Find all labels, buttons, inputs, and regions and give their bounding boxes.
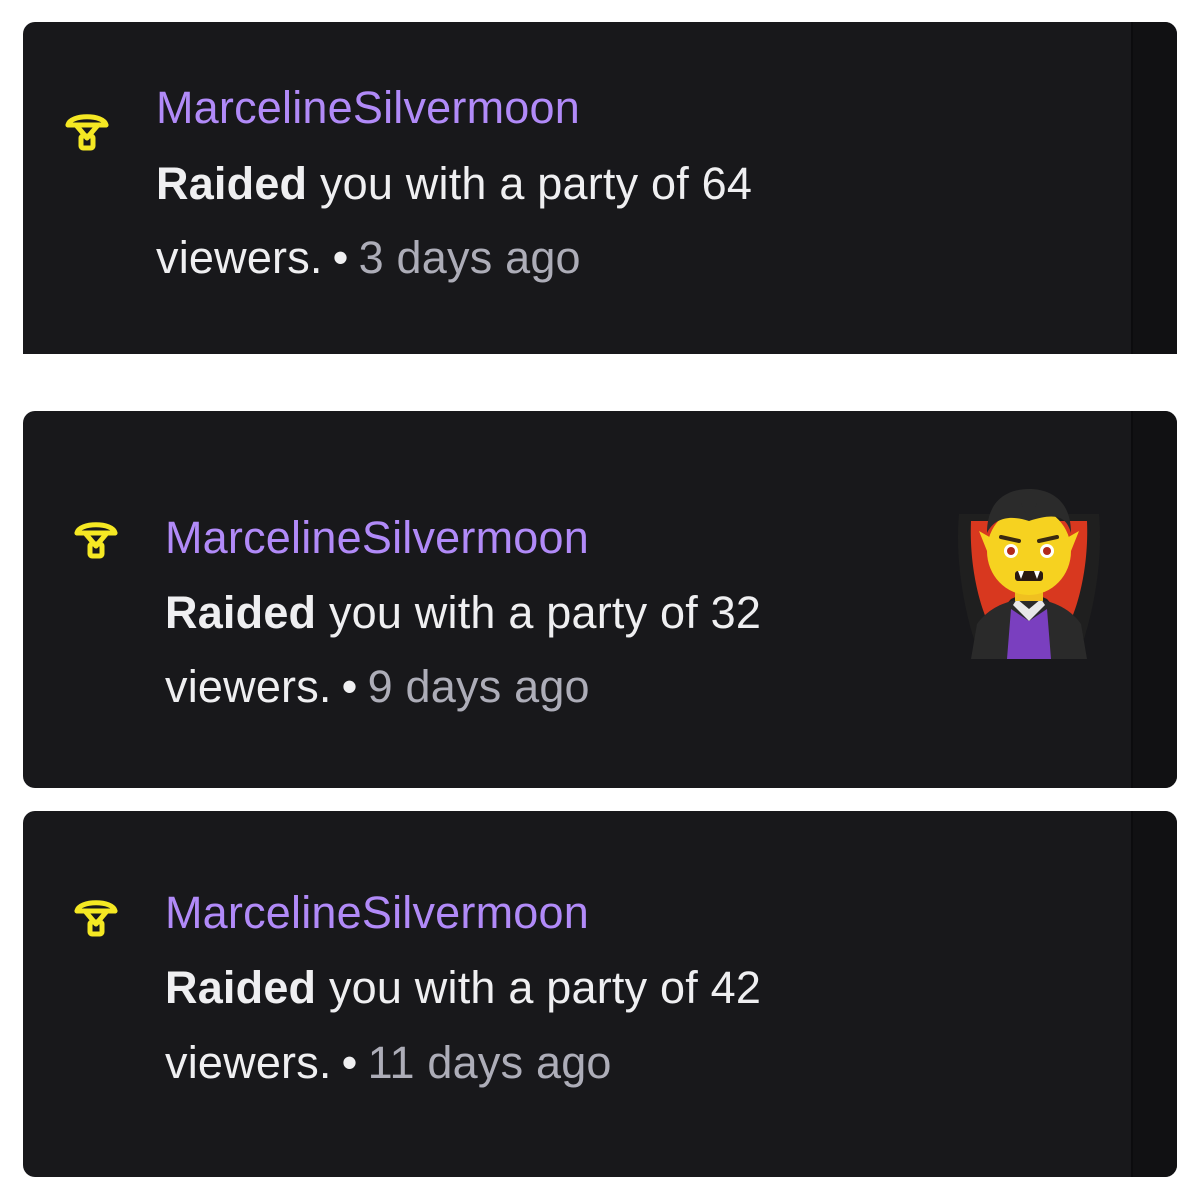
raid-message-line2: viewers. • 11 days ago [165,1037,612,1089]
scrollbar-rail[interactable] [1131,811,1177,1177]
viewers-text: viewers. [156,232,323,283]
raid-message-line2: viewers. • 3 days ago [156,232,581,284]
timestamp: 9 days ago [367,661,590,712]
raid-message: Raided you with a party of 42 [165,962,761,1014]
raid-parachute-icon [65,114,109,151]
timestamp: 3 days ago [358,232,581,283]
raid-message: Raided you with a party of 64 [156,158,752,210]
bullet-separator: • [332,232,349,283]
notification-card[interactable]: MarcelineSilvermoon Raided you with a pa… [23,811,1177,1177]
scrollbar-rail[interactable] [1131,22,1177,354]
notification-card[interactable]: MarcelineSilvermoon Raided you with a pa… [23,22,1177,354]
bullet-separator: • [341,661,358,712]
raid-message-text: you with a party of 32 [328,587,762,638]
raid-message-text: you with a party of 64 [319,158,753,209]
raid-action-label: Raided [165,962,317,1013]
raid-message-text: you with a party of 42 [328,962,762,1013]
raid-action-label: Raided [156,158,308,209]
raid-message-line2: viewers. • 9 days ago [165,661,590,713]
notification-card[interactable]: MarcelineSilvermoon Raided you with a pa… [23,411,1177,788]
vampire-emoji-icon [957,489,1101,659]
username-link[interactable]: MarcelineSilvermoon [165,887,589,939]
username-link[interactable]: MarcelineSilvermoon [156,82,580,134]
scrollbar-rail[interactable] [1131,411,1177,788]
raid-parachute-icon [74,522,118,559]
timestamp: 11 days ago [367,1037,612,1088]
viewers-text: viewers. [165,1037,332,1088]
viewers-text: viewers. [165,661,332,712]
raid-action-label: Raided [165,587,317,638]
bullet-separator: • [341,1037,358,1088]
raid-message: Raided you with a party of 32 [165,587,761,639]
username-link[interactable]: MarcelineSilvermoon [165,512,589,564]
raid-parachute-icon [74,900,118,937]
